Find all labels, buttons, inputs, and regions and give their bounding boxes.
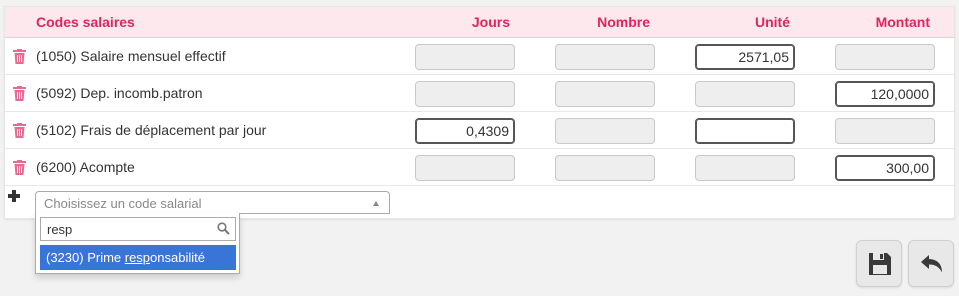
table-row: (1050) Salaire mensuel effectif [5, 38, 954, 75]
header-codes-salaires: Codes salaires [36, 14, 135, 30]
table-row: (5092) Dep. incomb.patron [5, 75, 954, 112]
floppy-disk-icon [869, 253, 891, 275]
undo-arrow-icon [921, 255, 942, 273]
plus-icon[interactable] [8, 190, 20, 202]
row-label: (6200) Acompte [36, 159, 135, 175]
nombre-field[interactable] [555, 155, 655, 181]
row-label: (1050) Salaire mensuel effectif [36, 48, 226, 64]
jours-field[interactable] [415, 44, 515, 70]
trash-icon[interactable] [13, 49, 26, 64]
header-nombre: Nombre [597, 14, 650, 30]
nombre-field[interactable] [555, 118, 655, 144]
trash-icon[interactable] [13, 160, 26, 175]
search-icon [217, 222, 230, 235]
header-unite: Unité [755, 14, 790, 30]
montant-field[interactable] [835, 81, 935, 107]
chevron-up-icon [373, 201, 379, 206]
save-button[interactable] [856, 240, 902, 287]
montant-field[interactable] [835, 155, 935, 181]
table-row: (6200) Acompte [5, 149, 954, 186]
search-input[interactable] [40, 217, 236, 241]
select-placeholder: Choisissez un code salarial [44, 196, 202, 211]
jours-field[interactable] [415, 81, 515, 107]
table-row: (5102) Frais de déplacement par jour [5, 112, 954, 149]
trash-icon[interactable] [13, 123, 26, 138]
row-label: (5092) Dep. incomb.patron [36, 85, 203, 101]
trash-icon[interactable] [13, 86, 26, 101]
header-montant: Montant [875, 14, 930, 30]
option-match: resp [124, 250, 151, 265]
nombre-field[interactable] [555, 81, 655, 107]
montant-field[interactable] [835, 118, 935, 144]
header-jours: Jours [471, 14, 510, 30]
dropdown-option[interactable]: (3230) Prime responsabilité [40, 245, 236, 270]
select-dropdown: (3230) Prime responsabilité [35, 213, 240, 274]
unite-field[interactable] [695, 155, 795, 181]
nombre-field[interactable] [555, 44, 655, 70]
undo-button[interactable] [908, 240, 954, 287]
unite-field[interactable] [695, 81, 795, 107]
option-suffix: onsabilité [150, 250, 205, 265]
code-salarial-select[interactable]: Choisissez un code salarial [35, 191, 390, 214]
row-label: (5102) Frais de déplacement par jour [36, 122, 267, 138]
jours-field[interactable] [415, 118, 515, 144]
unite-field[interactable] [695, 118, 795, 144]
payroll-codes-panel: Codes salaires Jours Nombre Unité Montan… [4, 6, 955, 219]
jours-field[interactable] [415, 155, 515, 181]
option-prefix: (3230) Prime [46, 250, 125, 265]
table-header: Codes salaires Jours Nombre Unité Montan… [5, 7, 954, 38]
montant-field[interactable] [835, 44, 935, 70]
unite-field[interactable] [695, 44, 795, 70]
